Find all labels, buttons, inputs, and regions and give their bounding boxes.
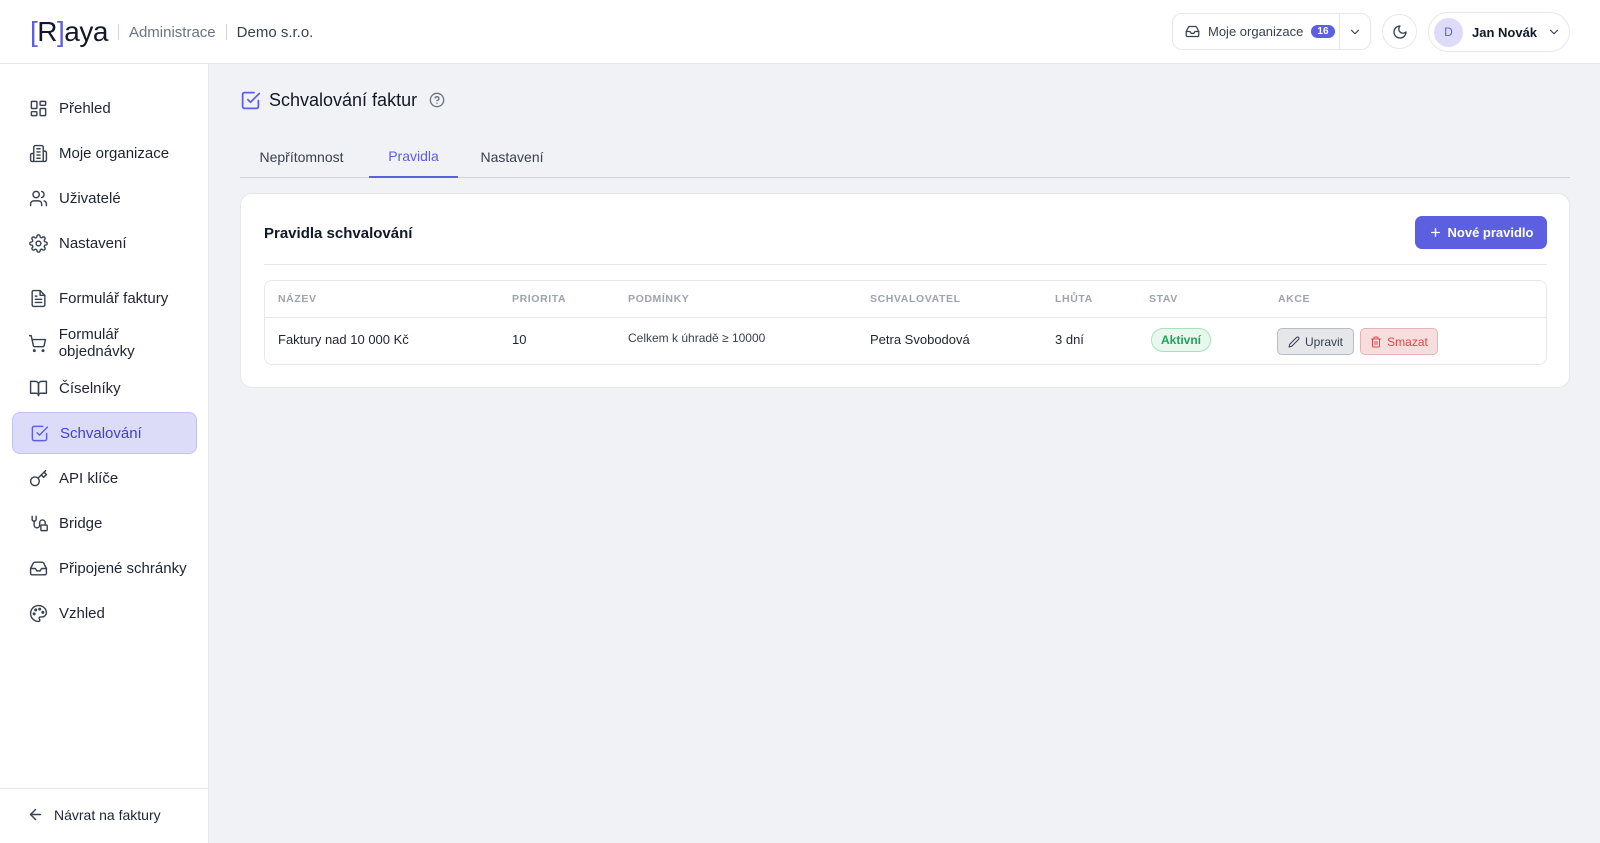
rules-card: Pravidla schvalování Nové pravidlo NÁZEV…	[240, 193, 1570, 388]
top-header: [R]aya Administrace Demo s.r.o. Moje org…	[0, 0, 1600, 64]
gear-icon	[27, 232, 49, 254]
users-icon	[27, 187, 49, 209]
sidebar-item-label: Nastavení	[59, 234, 127, 252]
organization-selector: Moje organizace 16	[1172, 13, 1371, 50]
sidebar-item-nastaveni[interactable]: Nastavení	[12, 222, 197, 264]
sidebar-item-label: Formulář faktury	[59, 289, 169, 307]
logo[interactable]: [R]aya	[30, 16, 108, 48]
column-header-name[interactable]: NÁZEV	[278, 293, 317, 305]
delete-button-label: Smazat	[1387, 334, 1428, 349]
edit-button-label: Upravit	[1304, 334, 1343, 349]
sidebar-item-moje-organizace[interactable]: Moje organizace	[12, 132, 197, 174]
column-header-approver[interactable]: SCHVALOVATEL	[870, 293, 961, 305]
column-header-actions: AKCE	[1278, 293, 1311, 305]
sidebar-item-vzhled[interactable]: Vzhled	[12, 592, 197, 634]
organization-selector-button[interactable]: Moje organizace 16	[1173, 14, 1340, 49]
edit-rule-button[interactable]: Upravit	[1277, 328, 1354, 355]
new-rule-button-label: Nové pravidlo	[1447, 225, 1534, 240]
key-icon	[27, 467, 49, 489]
sidebar-item-pripojene-schranky[interactable]: Připojené schránky	[12, 547, 197, 589]
rule-approver: Petra Svobodová	[870, 332, 970, 347]
tab-nastaveni[interactable]: Nastavení	[464, 136, 560, 178]
column-header-conditions[interactable]: PODMÍNKY	[628, 293, 689, 305]
back-to-invoices-link[interactable]: Návrat na faktury	[27, 806, 161, 823]
organization-dropdown-toggle[interactable]	[1340, 14, 1370, 49]
divider	[264, 264, 1547, 265]
pencil-icon	[1288, 336, 1300, 348]
bridge-icon	[27, 512, 49, 534]
palette-icon	[27, 602, 49, 624]
plus-icon	[1429, 226, 1442, 239]
page-title-text: Schvalování faktur	[269, 89, 418, 110]
table-row[interactable]: Faktury nad 10 000 Kč 10 Celkem k úhradě…	[265, 318, 1546, 364]
sidebar-item-label: Bridge	[59, 514, 103, 532]
user-menu-button[interactable]: D Jan Novák	[1428, 12, 1570, 52]
tab-nepritomnost[interactable]: Nepřítomnost	[240, 136, 363, 178]
sidebar: Přehled Moje organizace Uživatelé Nastav…	[0, 64, 209, 843]
check-square-icon	[240, 90, 261, 111]
sidebar-item-prehled[interactable]: Přehled	[12, 87, 197, 129]
arrow-left-icon	[27, 806, 44, 823]
sidebar-item-uzivatele[interactable]: Uživatelé	[12, 177, 197, 219]
chevron-down-icon	[1348, 25, 1362, 39]
help-icon[interactable]	[429, 92, 445, 108]
sidebar-item-label: Moje organizace	[59, 144, 170, 162]
company-name: Demo s.r.o.	[236, 23, 314, 41]
divider	[117, 24, 119, 40]
avatar: D	[1434, 17, 1463, 47]
sidebar-item-schvalovani[interactable]: Schvalování	[12, 412, 197, 454]
document-icon	[27, 287, 49, 309]
sidebar-item-bridge[interactable]: Bridge	[12, 502, 197, 544]
back-link-label: Návrat na faktury	[54, 806, 161, 823]
sidebar-item-label: API klíče	[59, 469, 119, 487]
tab-pravidla[interactable]: Pravidla	[369, 136, 458, 178]
organization-selector-label: Moje organizace	[1208, 24, 1304, 39]
inbox-icon	[1185, 24, 1200, 39]
rule-name: Faktury nad 10 000 Kč	[278, 332, 409, 347]
building-icon	[27, 142, 49, 164]
theme-toggle-button[interactable]	[1382, 14, 1417, 49]
user-name: Jan Novák	[1472, 24, 1538, 40]
rule-deadline: 3 dní	[1055, 332, 1084, 347]
delete-rule-button[interactable]: Smazat	[1360, 328, 1438, 355]
dashboard-icon	[27, 97, 49, 119]
new-rule-button[interactable]: Nové pravidlo	[1415, 216, 1547, 249]
sidebar-item-formular-faktury[interactable]: Formulář faktury	[12, 277, 197, 319]
rule-priority: 10	[512, 332, 527, 347]
sidebar-item-label: Připojené schránky	[59, 559, 187, 577]
check-square-icon	[28, 422, 50, 444]
status-badge: Aktivní	[1151, 328, 1212, 352]
sidebar-item-label: Formulář objednávky	[58, 326, 135, 360]
divider	[225, 24, 227, 40]
rules-table: NÁZEV PRIORITA PODMÍNKY SCHVALOVATEL LHŮ…	[264, 280, 1547, 365]
cart-icon	[27, 332, 49, 354]
inbox-icon	[27, 557, 49, 579]
organization-count-badge: 16	[1311, 25, 1335, 38]
sidebar-item-formular-objednavky[interactable]: Formulář objednávky	[12, 322, 197, 364]
brand: [R]aya Administrace Demo s.r.o.	[30, 14, 313, 50]
sidebar-item-label: Schvalování	[60, 424, 142, 442]
column-header-status[interactable]: STAV	[1149, 293, 1178, 305]
chevron-down-icon	[1547, 25, 1561, 39]
column-header-deadline[interactable]: LHŮTA	[1055, 293, 1093, 305]
column-header-priority[interactable]: PRIORITA	[512, 293, 566, 305]
table-header: NÁZEV PRIORITA PODMÍNKY SCHVALOVATEL LHŮ…	[265, 281, 1546, 318]
sidebar-item-label: Uživatelé	[59, 189, 121, 207]
page-title: Schvalování faktur	[240, 88, 445, 112]
sidebar-footer: Návrat na faktury	[0, 788, 208, 843]
book-icon	[27, 377, 49, 399]
sidebar-item-label: Přehled	[59, 99, 111, 117]
sidebar-item-label: Vzhled	[59, 604, 105, 622]
tab-bar: Nepřítomnost Pravidla Nastavení	[240, 136, 1570, 178]
admin-label: Administrace	[128, 23, 216, 41]
sidebar-item-api-klice[interactable]: API klíče	[12, 457, 197, 499]
sidebar-item-ciselniky[interactable]: Číselníky	[12, 367, 197, 409]
rules-card-title: Pravidla schvalování	[264, 225, 413, 242]
rule-conditions: Celkem k úhradě ≥ 10000	[628, 331, 766, 345]
sidebar-item-label: Číselníky	[59, 379, 121, 397]
trash-icon	[1370, 336, 1382, 348]
moon-icon	[1392, 24, 1408, 40]
